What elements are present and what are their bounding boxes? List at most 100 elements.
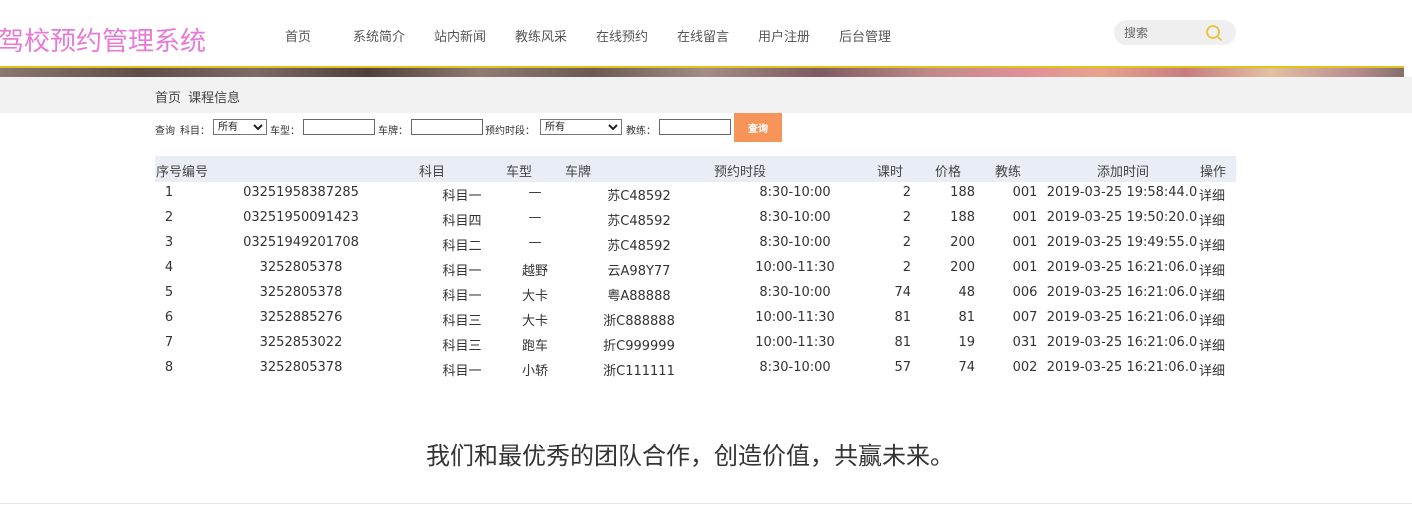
- cell-price: 48: [958, 285, 975, 300]
- nav-item-booking[interactable]: 在线预约: [596, 26, 648, 45]
- coach-input[interactable]: [659, 119, 731, 135]
- col-time: 添加时间: [1097, 165, 1150, 180]
- cell-index: 6: [164, 310, 174, 325]
- plate-input[interactable]: [411, 119, 483, 135]
- cell-op[interactable]: 详细: [1199, 185, 1225, 204]
- cell-cartype: —: [528, 210, 542, 225]
- footer-divider: [0, 503, 1412, 504]
- cell-plate: 苏C48592: [607, 189, 671, 204]
- col-price: 价格: [935, 165, 962, 180]
- table-row: 6 3252885276 科目三 大卡 浙C888888 10:00-11:30 81 81 0…: [155, 307, 1236, 332]
- cell-coach: 006: [1012, 285, 1038, 300]
- cell-coach: 001: [1012, 185, 1038, 200]
- breadcrumb-home[interactable]: 首页: [155, 91, 181, 106]
- cell-subject: 科目四: [442, 214, 482, 229]
- cell-subject: 科目三: [442, 339, 482, 354]
- cell-op[interactable]: 详细: [1199, 260, 1225, 279]
- cartype-label: 车型：: [270, 126, 300, 137]
- cell-plate: 浙C888888: [603, 314, 675, 329]
- search-icon[interactable]: [1204, 23, 1224, 43]
- col-plate: 车牌: [565, 165, 592, 180]
- cell-price: 188: [950, 210, 975, 225]
- nav-item-home[interactable]: 首页: [285, 26, 311, 45]
- nav-item-intro[interactable]: 系统简介: [353, 26, 405, 45]
- cell-op[interactable]: 详细: [1199, 310, 1225, 329]
- cell-op[interactable]: 详细: [1199, 285, 1225, 304]
- cell-price: 81: [958, 310, 975, 325]
- cell-time: 2019-03-25 19:50:20.0: [1046, 210, 1198, 225]
- table-row: 4 3252805378 科目一 越野 云A98Y77 10:00-11:30 2 200 00…: [155, 257, 1236, 282]
- breadcrumb-current: 课程信息: [188, 91, 241, 106]
- cell-index: 2: [164, 210, 174, 225]
- cell-hours: 2: [902, 210, 911, 225]
- cell-subject: 科目三: [442, 314, 482, 329]
- cell-subject: 科目一: [442, 289, 482, 304]
- cell-time: 2019-03-25 16:21:06.0: [1046, 360, 1198, 375]
- search-box: [1114, 20, 1236, 45]
- cell-time: 2019-03-25 19:58:44.0: [1046, 185, 1198, 200]
- cell-code: 3252853022: [259, 335, 343, 350]
- query-button[interactable]: 查询: [734, 113, 782, 142]
- cell-hours: 2: [902, 260, 911, 275]
- col-index-code: 序号编号: [156, 165, 209, 180]
- cell-time: 2019-03-25 16:21:06.0: [1046, 285, 1198, 300]
- banner-edge: [1404, 66, 1412, 77]
- cell-code: 3252805378: [259, 360, 343, 375]
- cell-op[interactable]: 详细: [1199, 335, 1225, 354]
- cartype-input[interactable]: [303, 119, 375, 135]
- nav-item-message[interactable]: 在线留言: [677, 26, 729, 45]
- col-subject: 科目: [419, 165, 446, 180]
- cell-subject: 科目二: [442, 239, 482, 254]
- slot-select[interactable]: 所有: [540, 119, 622, 135]
- cell-code: 03251950091423: [243, 210, 359, 225]
- slogan: 我们和最优秀的团队合作，创造价值，共赢未来。: [426, 442, 954, 470]
- table-row: 2 03251950091423 科目四 — 苏C48592 8:30-10:00 2 188…: [155, 207, 1236, 232]
- cell-op[interactable]: 详细: [1199, 235, 1225, 254]
- cell-index: 4: [164, 260, 174, 275]
- query-label: 查询: [155, 126, 175, 137]
- col-coach: 教练: [995, 165, 1022, 180]
- col-slot: 预约时段: [714, 165, 767, 180]
- cell-code: 03251958387285: [243, 185, 359, 200]
- nav-item-news[interactable]: 站内新闻: [434, 26, 486, 45]
- coach-label: 教练：: [626, 126, 656, 137]
- cell-coach: 031: [1012, 335, 1038, 350]
- cell-op[interactable]: 详细: [1199, 210, 1225, 229]
- banner-strip: [0, 66, 1412, 77]
- cell-code: 3252805378: [259, 285, 343, 300]
- cell-coach: 007: [1012, 310, 1038, 325]
- cell-index: 1: [164, 185, 174, 200]
- cell-hours: 57: [894, 360, 911, 375]
- table-row: 8 3252805378 科目一 小轿 浙C111111 8:30-10:00 57 74 00…: [155, 357, 1236, 382]
- subject-label: 科目：: [180, 126, 210, 137]
- cell-plate: 折C999999: [603, 339, 675, 354]
- cell-plate: 云A98Y77: [607, 264, 671, 279]
- cell-plate: 苏C48592: [607, 239, 671, 254]
- nav-item-coaches[interactable]: 教练风采: [515, 26, 567, 45]
- nav-item-register[interactable]: 用户注册: [758, 26, 810, 45]
- cell-time: 2019-03-25 16:21:06.0: [1046, 260, 1198, 275]
- table-row: 7 3252853022 科目三 跑车 折C999999 10:00-11:30 81 19 0…: [155, 332, 1236, 357]
- table-row: 5 3252805378 科目一 大卡 粤A88888 8:30-10:00 74 48 006…: [155, 282, 1236, 307]
- cell-cartype: 小轿: [521, 364, 549, 379]
- cell-subject: 科目一: [442, 264, 482, 279]
- cell-coach: 002: [1012, 360, 1038, 375]
- cell-slot: 8:30-10:00: [759, 235, 831, 250]
- search-input[interactable]: [1124, 24, 1204, 41]
- cell-slot: 10:00-11:30: [755, 260, 835, 275]
- cell-code: 03251949201708: [243, 235, 359, 250]
- cell-slot: 8:30-10:00: [759, 210, 831, 225]
- site-logo[interactable]: 驾校预约管理系统: [0, 21, 206, 58]
- nav-item-admin[interactable]: 后台管理: [839, 26, 891, 45]
- col-cartype: 车型: [506, 165, 533, 180]
- cell-op[interactable]: 详细: [1199, 360, 1225, 379]
- cell-time: 2019-03-25 16:21:06.0: [1046, 310, 1198, 325]
- cell-index: 3: [164, 235, 174, 250]
- cell-slot: 10:00-11:30: [755, 310, 835, 325]
- cell-coach: 001: [1012, 235, 1038, 250]
- subject-select[interactable]: 所有: [213, 119, 267, 135]
- cell-index: 8: [164, 360, 174, 375]
- cell-cartype: 大卡: [521, 314, 549, 329]
- cell-hours: 2: [902, 235, 911, 250]
- cell-plate: 浙C111111: [603, 364, 675, 379]
